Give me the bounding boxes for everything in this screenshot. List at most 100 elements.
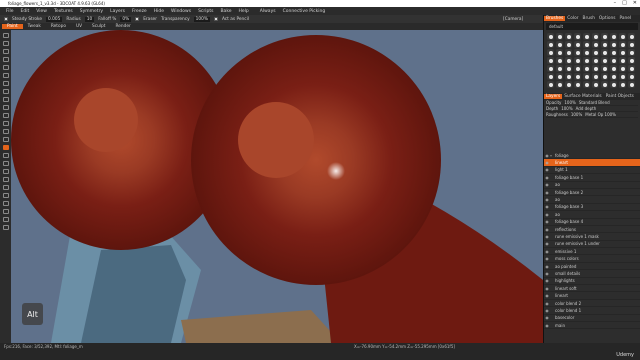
brush-swatch-icon[interactable] (574, 73, 581, 80)
brush-swatch-icon[interactable] (592, 41, 599, 48)
eye-icon[interactable]: ◉ (544, 227, 550, 232)
layer-row[interactable]: ◉ foliage base 1 (544, 174, 640, 182)
tab-layers[interactable]: Layers (544, 94, 563, 99)
hue-tool-icon[interactable] (2, 137, 9, 142)
act-as-pencil-checkbox[interactable] (213, 17, 218, 21)
brush-swatch-icon[interactable] (556, 49, 563, 56)
brush-swatch-icon[interactable] (547, 49, 554, 56)
layer-row[interactable]: ◉ emissive 1 (544, 248, 640, 256)
eye-icon[interactable]: ◉ (544, 271, 550, 276)
picker-tool-icon[interactable] (2, 153, 9, 158)
maximize-button[interactable]: □ (622, 0, 627, 7)
layer-row[interactable]: ◉ foliage base 2 (544, 189, 640, 197)
clone-tool-icon[interactable] (2, 105, 9, 110)
brush-swatch-icon[interactable] (556, 65, 563, 72)
eye-icon[interactable]: ◉ (544, 256, 550, 261)
rectangle-tool-icon[interactable] (2, 73, 9, 78)
eye-icon[interactable]: ◉ (544, 323, 550, 328)
falloff-value[interactable]: 0% (120, 16, 132, 22)
brush-swatch-icon[interactable] (592, 49, 599, 56)
move-tool-icon[interactable] (2, 217, 9, 222)
brush-swatch-icon[interactable] (601, 81, 608, 88)
opacity-value[interactable]: 100% (564, 100, 575, 105)
brush-swatch-icon[interactable] (610, 65, 617, 72)
eye-icon[interactable]: ◉ (544, 293, 550, 298)
brush-swatch-icon[interactable] (592, 81, 599, 88)
blur-tool-icon[interactable] (2, 121, 9, 126)
eye-icon[interactable]: ◉ (544, 264, 550, 269)
brush-swatch-icon[interactable] (556, 73, 563, 80)
depth-value[interactable]: 100% (561, 106, 572, 111)
curve-tool-icon[interactable] (2, 201, 9, 206)
layer-row[interactable]: ◉ basecolor (544, 315, 640, 322)
material-tool-icon[interactable] (2, 225, 9, 230)
brush-swatch-icon[interactable] (619, 41, 626, 48)
brush-swatch-icon[interactable] (601, 49, 608, 56)
radius-value[interactable]: 10 (84, 16, 95, 22)
eye-icon[interactable]: ◉ (544, 301, 550, 306)
brush-swatch-icon[interactable] (619, 73, 626, 80)
brush-swatch-icon[interactable] (601, 65, 608, 72)
brush-swatch-icon[interactable] (547, 73, 554, 80)
brush-swatch-icon[interactable] (628, 33, 635, 40)
brush-swatch-icon[interactable] (574, 57, 581, 64)
brush-swatch-icon[interactable] (556, 57, 563, 64)
menu-symmetry[interactable]: Symmetry (80, 9, 103, 14)
depth-mode-dropdown[interactable]: Add depth (576, 106, 597, 111)
roughness-value[interactable]: 100% (571, 112, 582, 117)
brush-tool-icon[interactable] (2, 33, 9, 38)
brush-swatch-icon[interactable] (556, 33, 563, 40)
eye-icon[interactable]: ◉ (544, 204, 550, 209)
brush-swatch-icon[interactable] (601, 73, 608, 80)
eye-icon[interactable]: ◉ (544, 167, 550, 172)
brush-swatch-icon[interactable] (583, 73, 590, 80)
brush-swatch-icon[interactable] (628, 81, 635, 88)
camera-dropdown[interactable]: [Camera] (503, 17, 523, 22)
eye-icon[interactable]: ◉ (544, 212, 550, 217)
layer-row[interactable]: ◉ small details (544, 270, 640, 278)
tab-uv[interactable]: UV (71, 24, 87, 29)
eye-icon[interactable]: ◉ (544, 249, 550, 254)
brush-swatch-icon[interactable] (565, 73, 572, 80)
tab-panel[interactable]: Panel (618, 16, 634, 21)
brush-swatch-icon[interactable] (592, 65, 599, 72)
layer-row[interactable]: ◉ moss colors (544, 255, 640, 263)
eye-icon[interactable]: ◉ (544, 182, 550, 187)
eye-icon[interactable]: ◉ (544, 197, 550, 202)
brush-swatch-icon[interactable] (601, 41, 608, 48)
lineart-brush-icon[interactable] (2, 145, 9, 150)
close-button[interactable]: ✕ (633, 0, 637, 7)
eye-icon[interactable]: ◉ (544, 160, 550, 165)
brush-swatch-icon[interactable] (628, 41, 635, 48)
smudge-tool-icon[interactable] (2, 57, 9, 62)
brush-swatch-icon[interactable] (619, 57, 626, 64)
tab-color[interactable]: Color (565, 16, 580, 21)
always-dropdown[interactable]: Always (260, 9, 276, 14)
tab-options[interactable]: Options (597, 16, 618, 21)
brush-swatch-icon[interactable] (565, 57, 572, 64)
connective-picking-toggle[interactable]: Connective Picking (283, 9, 326, 14)
brush-swatch-icon[interactable] (556, 81, 563, 88)
menu-bake[interactable]: Bake (220, 9, 231, 14)
stroke-value[interactable]: 0.005 (46, 16, 63, 22)
steady-stroke-checkbox[interactable] (4, 17, 8, 21)
eye-icon[interactable]: ◉ (544, 278, 550, 283)
3d-viewport[interactable] (11, 30, 543, 343)
layer-row[interactable]: ◉ ▾ foliage (544, 152, 640, 160)
brush-swatch-icon[interactable] (628, 65, 635, 72)
brush-swatch-icon[interactable] (547, 33, 554, 40)
menu-view[interactable]: View (36, 9, 47, 14)
brush-preset-dropdown[interactable]: default (546, 23, 638, 30)
menu-freeze[interactable]: Freeze (132, 9, 147, 14)
brush-swatch-icon[interactable] (583, 57, 590, 64)
layer-row[interactable]: ◉ color blend 2 (544, 300, 640, 308)
tab-paint-objects[interactable]: Paint Objects (604, 94, 636, 99)
layer-row[interactable]: ◉ color blend 1 (544, 307, 640, 315)
menu-scripts[interactable]: Scripts (198, 9, 213, 14)
menu-windows[interactable]: Windows (171, 9, 191, 14)
layer-row[interactable]: ◉ lineart soft (544, 285, 640, 293)
brush-swatch-icon[interactable] (601, 33, 608, 40)
brush-swatch-icon[interactable] (574, 65, 581, 72)
brush-swatch-icon[interactable] (583, 81, 590, 88)
menu-help[interactable]: Help (239, 9, 249, 14)
